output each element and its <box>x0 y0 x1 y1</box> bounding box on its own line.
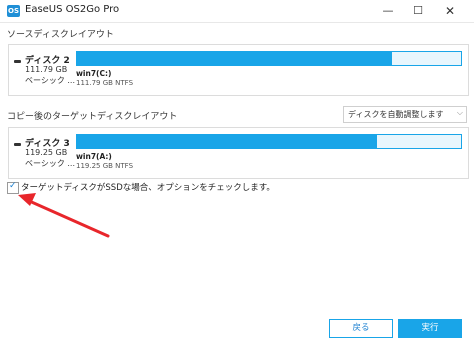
execute-button[interactable]: 実行 <box>398 319 462 338</box>
back-button[interactable]: 戻る <box>329 319 393 338</box>
annotation-arrow-icon <box>18 193 110 238</box>
